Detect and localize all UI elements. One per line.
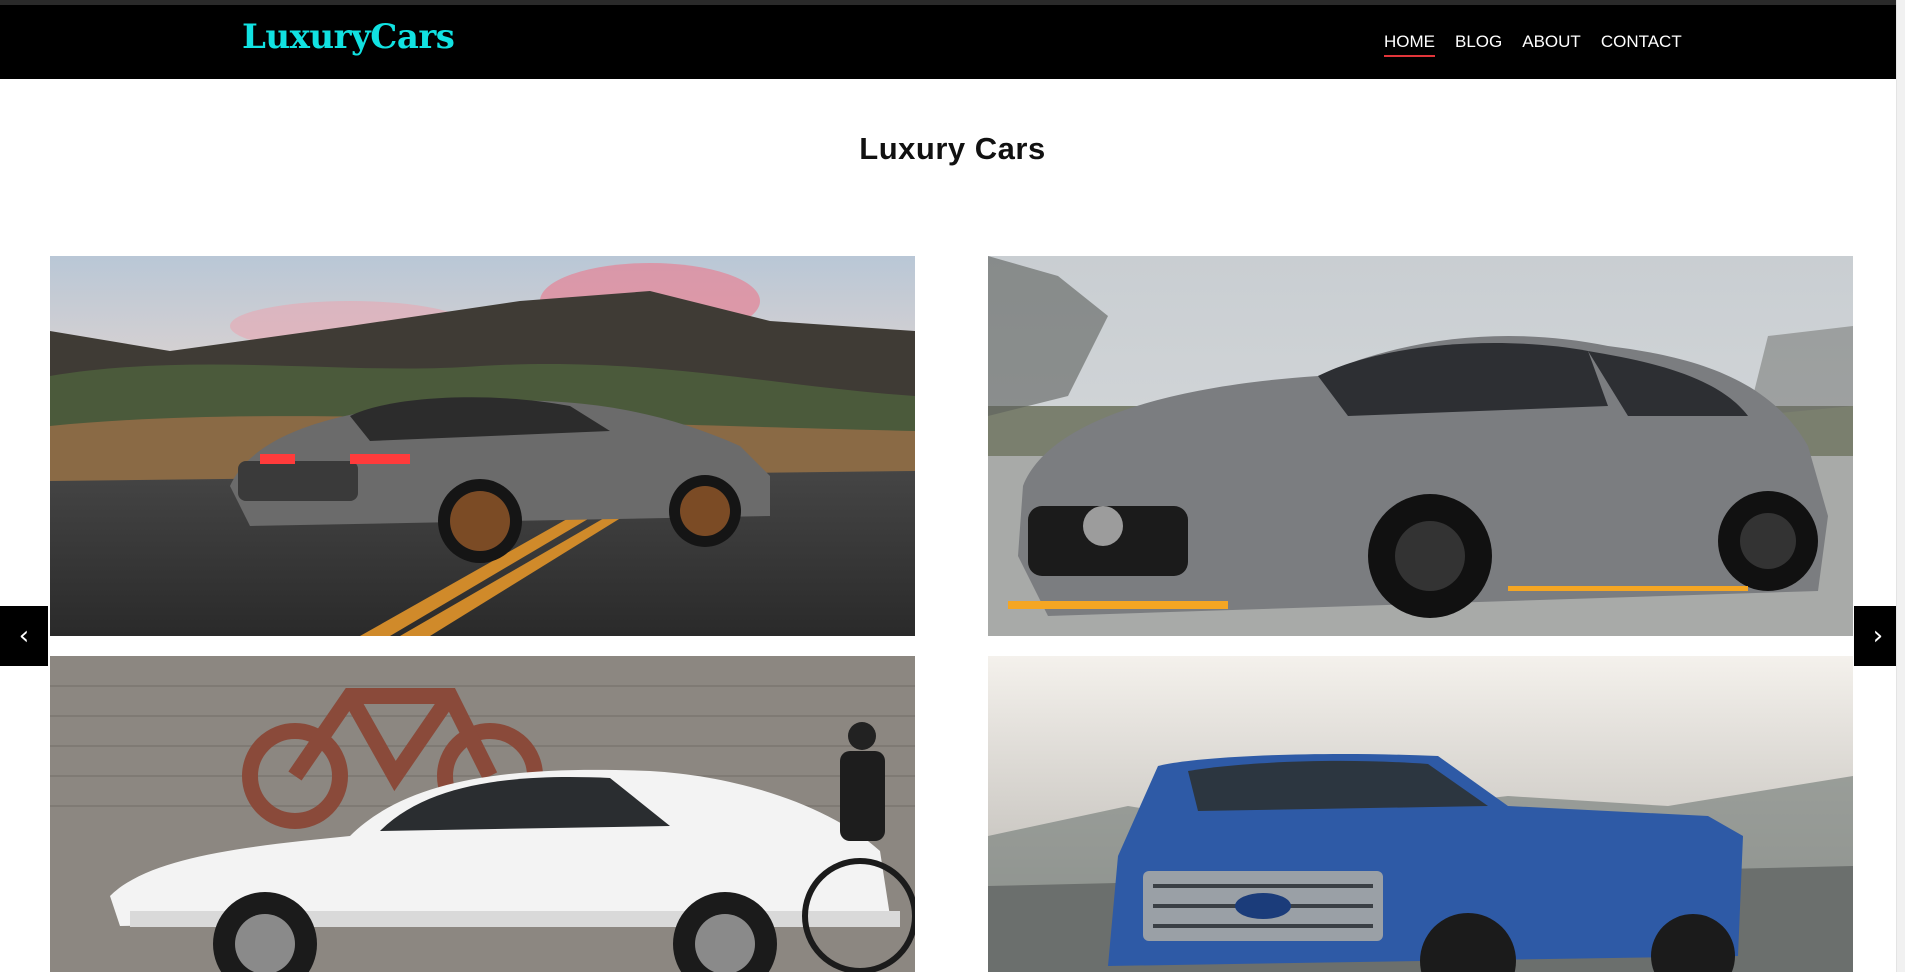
sports-coupe-front-image bbox=[988, 256, 1853, 636]
gallery-image-3[interactable] bbox=[50, 656, 915, 972]
site-logo[interactable]: LuxuryCars bbox=[242, 15, 455, 59]
sports-car-mountain-road-image bbox=[50, 256, 915, 636]
carousel-next-button[interactable]: › bbox=[1854, 606, 1902, 666]
nav-home-link[interactable]: HOME bbox=[1384, 31, 1435, 57]
gallery-image-4[interactable] bbox=[988, 656, 1853, 972]
nav-about-link[interactable]: ABOUT bbox=[1522, 31, 1581, 56]
gallery-image-2[interactable] bbox=[988, 256, 1853, 636]
blue-pickup-truck-image bbox=[988, 656, 1853, 972]
white-sedan-cyclist-image bbox=[50, 656, 915, 972]
nav-blog-link[interactable]: BLOG bbox=[1455, 31, 1502, 56]
gallery-image-1[interactable] bbox=[50, 256, 915, 636]
nav-contact-link[interactable]: CONTACT bbox=[1601, 31, 1682, 56]
vertical-scrollbar[interactable] bbox=[1896, 0, 1905, 972]
main-nav: HOME BLOG ABOUT CONTACT bbox=[1384, 31, 1682, 57]
page: LuxuryCars HOME BLOG ABOUT CONTACT Luxur… bbox=[0, 0, 1905, 972]
carousel-prev-button[interactable]: ‹ bbox=[0, 606, 48, 666]
top-navbar: LuxuryCars HOME BLOG ABOUT CONTACT bbox=[0, 0, 1905, 79]
page-title: Luxury Cars bbox=[859, 130, 1046, 166]
